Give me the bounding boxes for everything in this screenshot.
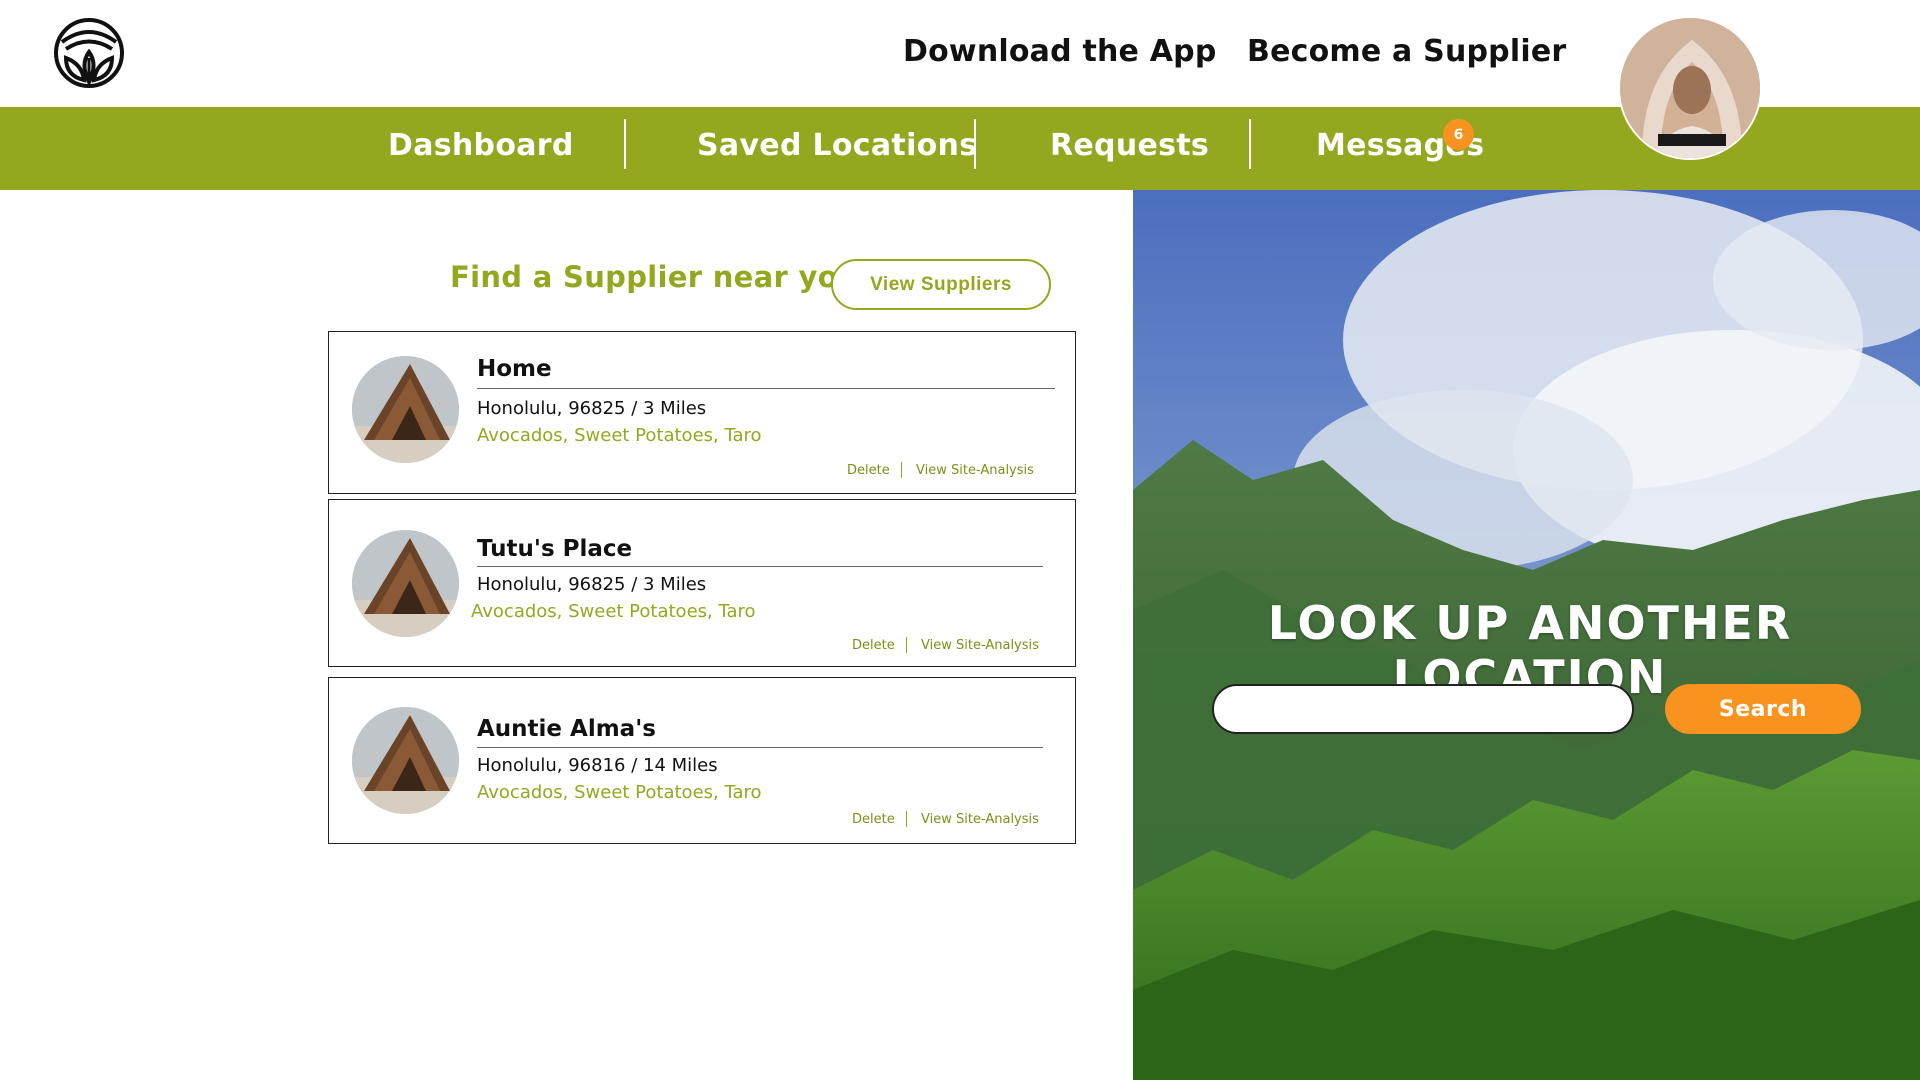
a-frame-hut-image: [352, 707, 459, 814]
view-suppliers-button[interactable]: View Suppliers: [831, 259, 1051, 310]
location-address: Honolulu, 96825 / 3 Miles: [477, 398, 707, 419]
location-thumbnail: [352, 707, 459, 814]
location-crops: Avocados, Sweet Potatoes, Taro: [471, 601, 756, 622]
name-underline: [477, 747, 1043, 748]
find-supplier-heading: Find a Supplier near you.: [450, 260, 871, 294]
nav-divider: [1249, 119, 1251, 169]
action-divider: [906, 811, 907, 827]
name-underline: [477, 388, 1055, 389]
view-site-analysis-link[interactable]: View Site-Analysis: [921, 812, 1039, 827]
view-site-analysis-link[interactable]: View Site-Analysis: [916, 463, 1034, 478]
search-button[interactable]: Search: [1665, 684, 1861, 734]
action-divider: [901, 462, 902, 478]
location-address: Honolulu, 96825 / 3 Miles: [477, 574, 707, 595]
become-supplier-link[interactable]: Become a Supplier: [1247, 34, 1566, 69]
location-search-input[interactable]: [1212, 684, 1634, 734]
nav-saved-locations[interactable]: Saved Locations: [697, 128, 977, 163]
location-thumbnail: [352, 530, 459, 637]
user-avatar[interactable]: [1618, 16, 1762, 160]
messages-count-badge: 6: [1443, 119, 1474, 150]
location-card[interactable]: Home Honolulu, 96825 / 3 Miles Avocados,…: [328, 331, 1076, 494]
nav-divider: [624, 119, 626, 169]
leaf-logo-icon[interactable]: [52, 16, 126, 90]
nav-requests[interactable]: Requests: [1050, 128, 1209, 163]
a-frame-hut-image: [352, 356, 459, 463]
action-divider: [906, 637, 907, 653]
location-crops: Avocados, Sweet Potatoes, Taro: [477, 425, 762, 446]
a-frame-hut-image: [352, 530, 459, 637]
location-crops: Avocados, Sweet Potatoes, Taro: [477, 782, 762, 803]
location-card[interactable]: Tutu's Place Honolulu, 96825 / 3 Miles A…: [328, 499, 1076, 667]
delete-link[interactable]: Delete: [852, 812, 895, 827]
avatar-image: [1620, 18, 1760, 158]
delete-link[interactable]: Delete: [847, 463, 890, 478]
view-site-analysis-link[interactable]: View Site-Analysis: [921, 638, 1039, 653]
nav-divider: [974, 119, 976, 169]
delete-link[interactable]: Delete: [852, 638, 895, 653]
location-name: Auntie Alma's: [477, 716, 656, 742]
nav-dashboard[interactable]: Dashboard: [388, 128, 574, 163]
download-app-link[interactable]: Download the App: [903, 34, 1217, 69]
name-underline: [477, 566, 1043, 567]
location-name: Tutu's Place: [477, 536, 633, 562]
location-name: Home: [477, 356, 552, 382]
location-thumbnail: [352, 356, 459, 463]
location-card[interactable]: Auntie Alma's Honolulu, 96816 / 14 Miles…: [328, 677, 1076, 844]
location-address: Honolulu, 96816 / 14 Miles: [477, 755, 718, 776]
